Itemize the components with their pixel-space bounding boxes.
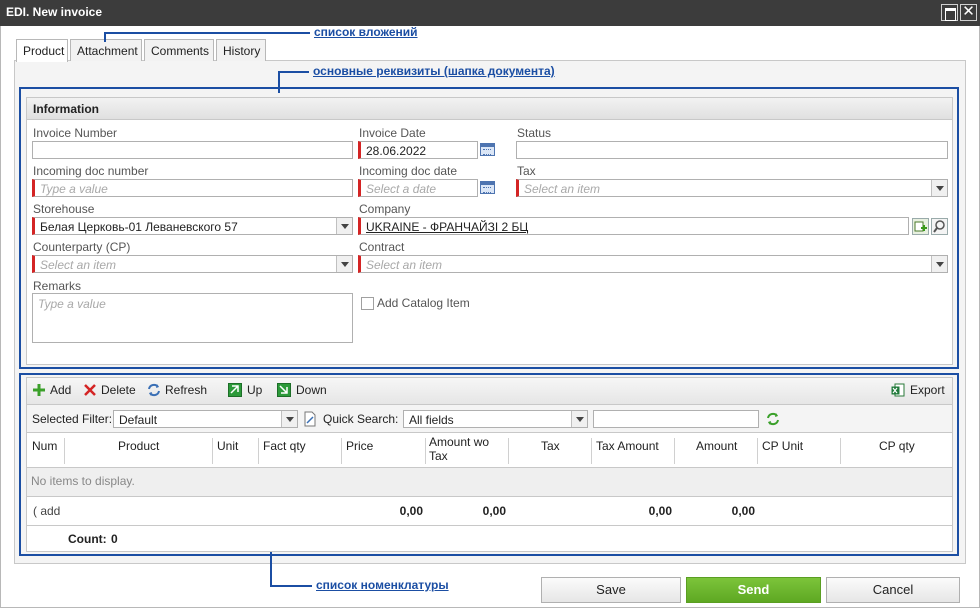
annotation-items: список номенклатуры	[316, 578, 449, 592]
annotation-header-box	[19, 87, 959, 369]
tab-history[interactable]: History	[216, 39, 266, 61]
annotation-line	[104, 32, 106, 42]
window-title: EDI. New invoice	[6, 5, 103, 19]
tab-attachment[interactable]: Attachment	[70, 39, 142, 61]
maximize-button[interactable]	[941, 4, 958, 21]
annotation-attachments: список вложений	[314, 25, 418, 39]
annotation-header: основные реквизиты (шапка документа)	[313, 64, 555, 78]
send-button[interactable]: Send	[686, 577, 821, 603]
annotation-line	[270, 585, 312, 587]
annotation-items-box	[19, 373, 959, 556]
annotation-line	[270, 551, 272, 586]
save-button[interactable]: Save	[541, 577, 681, 603]
title-bar	[0, 0, 980, 26]
cancel-button[interactable]: Cancel	[826, 577, 960, 603]
annotation-line	[104, 32, 310, 34]
tab-comments[interactable]: Comments	[144, 39, 214, 61]
tab-product[interactable]: Product	[16, 39, 68, 62]
close-button[interactable]: ✕	[960, 4, 977, 21]
annotation-line	[278, 71, 309, 73]
